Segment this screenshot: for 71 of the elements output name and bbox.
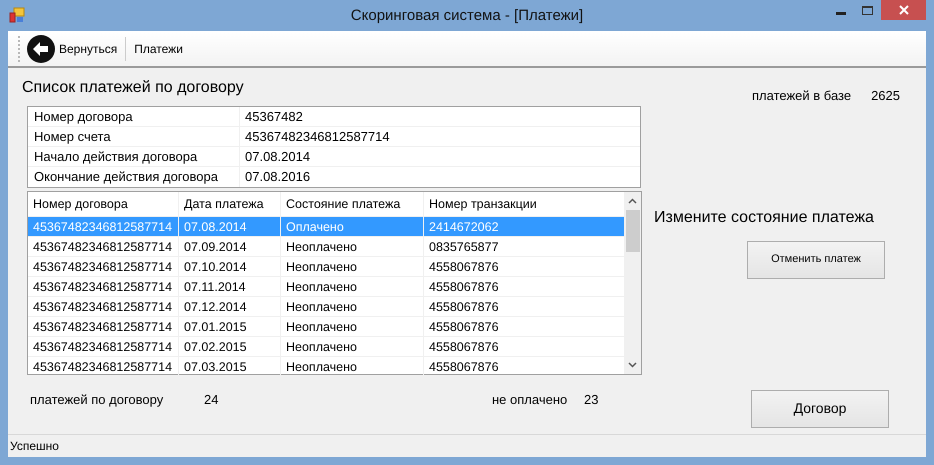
table-cell: 45367482346812587714 <box>28 357 179 376</box>
table-cell-text: 4558067876 <box>428 359 500 376</box>
table-cell: 45367482346812587714 <box>28 297 179 316</box>
minimize-icon <box>836 12 846 15</box>
table-cell-text: 4558067876 <box>428 319 500 336</box>
table-cell: Неоплачено <box>281 257 424 276</box>
change-state-title: Измените состояние платежа <box>654 208 875 228</box>
table-cell: Неоплачено <box>281 297 424 316</box>
table-row[interactable]: 45367482346812587714 07.01.2015 Неоплачено 4558067876 <box>28 316 624 336</box>
table-cell: Оплачено <box>281 217 424 236</box>
app-icon <box>9 7 25 23</box>
table-cell: Неоплачено <box>281 277 424 296</box>
payments-count-label: платежей по договору <box>30 391 164 410</box>
table-cell: 45367482346812587714 <box>28 337 179 356</box>
maximize-icon <box>862 6 873 14</box>
table-cell: 07.01.2015 <box>179 317 281 336</box>
field-value: 45367482346812587714 <box>244 128 390 146</box>
column-header[interactable]: Номер транзакции <box>424 192 624 216</box>
table-cell: 07.11.2014 <box>179 277 281 296</box>
table-cell: Неоплачено <box>281 237 424 256</box>
table-cell: Неоплачено <box>281 317 424 336</box>
table-cell: 45367482346812587714 <box>28 217 179 236</box>
table-cell: 45367482346812587714 <box>28 237 179 256</box>
table-cell: Неоплачено <box>281 337 424 356</box>
table-cell: 45367482346812587714 <box>28 257 179 276</box>
close-icon <box>898 5 908 15</box>
table-cell: 07.10.2014 <box>179 257 281 276</box>
table-cell: 07.02.2015 <box>179 337 281 356</box>
toolbar-label: Платежи <box>134 40 183 58</box>
scrollbar[interactable] <box>624 192 641 374</box>
table-cell: 45367482346812587714 <box>28 277 179 296</box>
status-bar: Успешно <box>8 434 926 457</box>
table-cell: 07.09.2014 <box>179 237 281 256</box>
table-cell: Неоплачено <box>281 357 424 376</box>
window-title: Скоринговая система - [Платежи] <box>350 6 584 26</box>
table-cell-text: 4558067876 <box>428 299 500 316</box>
field-label: Номер договора <box>28 107 240 126</box>
scroll-down-icon[interactable] <box>628 362 637 368</box>
field-value: 07.08.2016 <box>244 168 310 186</box>
close-button[interactable] <box>881 0 926 20</box>
unpaid-count-label: не оплачено <box>492 391 568 410</box>
field-label: Номер счета <box>28 127 240 146</box>
scroll-up-icon[interactable] <box>628 198 637 204</box>
scroll-thumb[interactable] <box>626 210 640 252</box>
table-cell-text: 2414672062 <box>428 219 500 236</box>
table-row[interactable]: 45367482346812587714 07.11.2014 Неоплачено 4558067876 <box>28 276 624 296</box>
table-cell-text: 4558067876 <box>428 339 500 356</box>
table-cell-text: 4558067876 <box>428 279 500 296</box>
db-count-value: 2625 <box>871 87 900 105</box>
field-value: 07.08.2014 <box>244 148 310 166</box>
table-cell: 45367482346812587714 <box>28 317 179 336</box>
table-row[interactable]: 45367482346812587714 07.10.2014 Неоплачено 4558067876 <box>28 256 624 276</box>
table-cell-text: 0835765877 <box>428 239 500 256</box>
back-button[interactable]: Вернуться <box>26 34 118 64</box>
payments-count-value: 24 <box>204 391 220 410</box>
table-row[interactable]: 45367482346812587714 07.03.2015 Неоплачено 4558067876 <box>28 356 624 376</box>
db-count-label: платежей в базе <box>752 87 852 105</box>
contract-button[interactable]: Договор <box>751 390 889 428</box>
section-title: Список платежей по договору <box>22 78 245 98</box>
field-value: 45367482 <box>244 108 303 126</box>
table-cell: 07.12.2014 <box>179 297 281 316</box>
table-row[interactable]: 45367482346812587714 07.02.2015 Неоплачено 4558067876 <box>28 336 624 356</box>
table-row[interactable]: 45367482346812587714 07.09.2014 Неоплачено 0835765877 <box>28 236 624 256</box>
table-row[interactable]: 45367482346812587714 07.12.2014 Неоплачено 4558067876 <box>28 296 624 316</box>
field-label: Начало действия договора <box>28 147 240 166</box>
table-cell-text: 4558067876 <box>428 259 500 276</box>
unpaid-count-value: 23 <box>584 391 598 410</box>
table-cell: 07.08.2014 <box>179 217 281 236</box>
cancel-payment-button[interactable]: Отменить платеж <box>747 240 885 278</box>
table-cell: 07.03.2015 <box>179 357 281 376</box>
field-label: Окончание действия договора <box>28 167 240 187</box>
